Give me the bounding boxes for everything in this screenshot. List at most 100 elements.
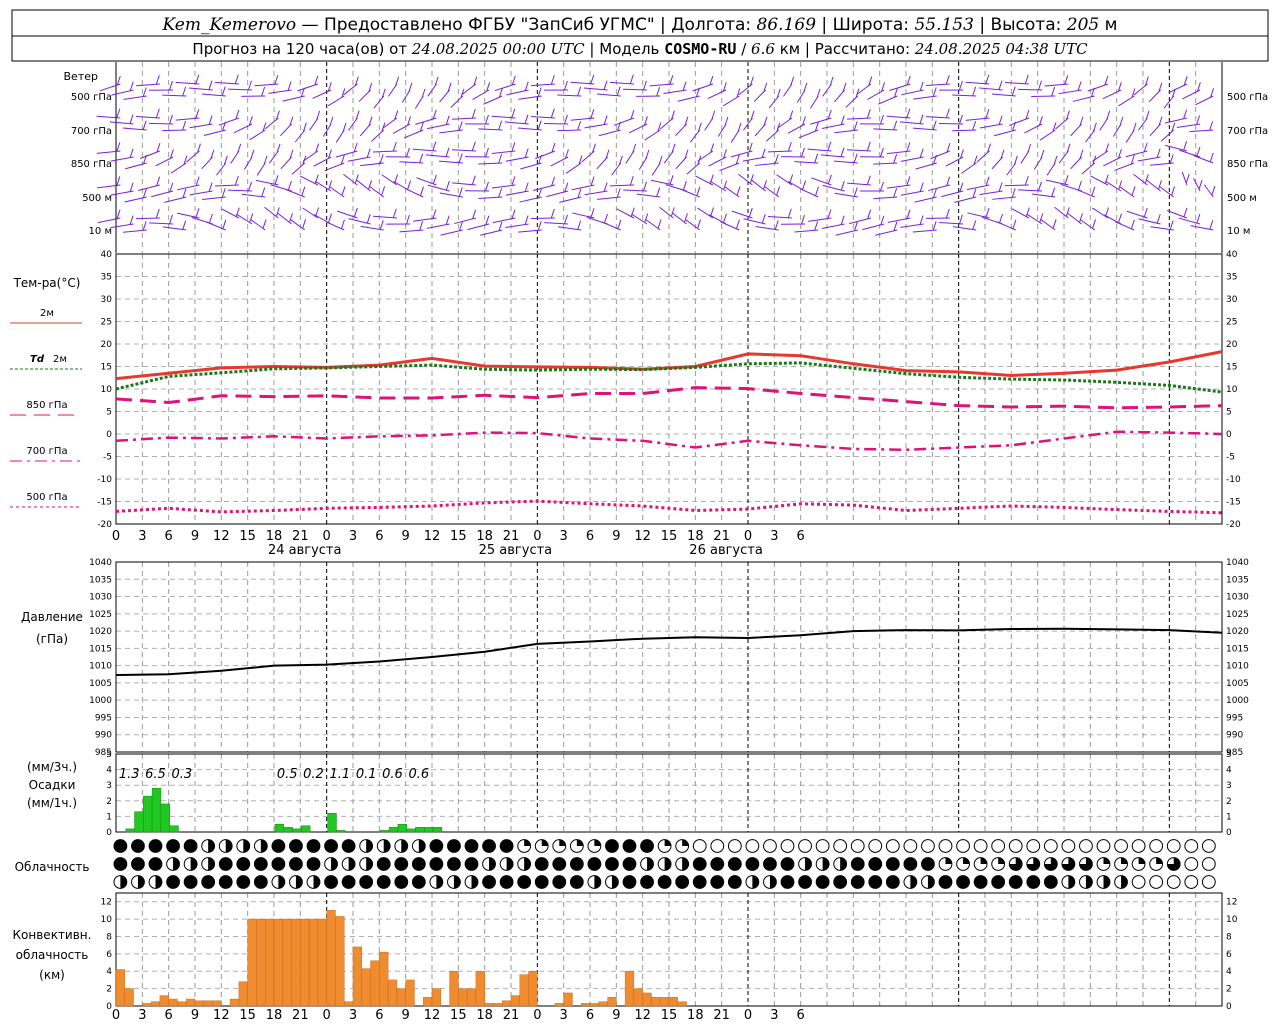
wind-level-label: 500 гПа [71, 92, 112, 103]
cloud-symbol [693, 876, 706, 889]
cloud-symbol [1202, 858, 1215, 871]
wind-barb-feather [801, 215, 804, 224]
wind-barb-feather [409, 83, 412, 92]
y-tick-label-right: 30 [1226, 295, 1238, 305]
wind-barb-feather [591, 177, 594, 186]
wind-barb [1041, 219, 1055, 230]
wind-barb-feather [525, 82, 528, 91]
wind-barb-feather [591, 109, 594, 118]
cloud-symbol [272, 840, 285, 853]
x-tick-label: 21 [503, 1008, 520, 1023]
meteogram-svg: Kem_Kemerovo — Предоставлено ФГБУ "ЗапСи… [0, 0, 1280, 1024]
wind-barb-feather [408, 181, 411, 190]
conv-cloud-bar [116, 969, 125, 1006]
conv-cloud-bar [467, 989, 476, 1006]
wind-barb-feather [169, 115, 172, 124]
conv-cloud-bar [608, 997, 617, 1006]
cloud-symbol [535, 858, 548, 871]
x-tick-label: 21 [503, 529, 520, 544]
cloud-symbol [886, 876, 899, 889]
x-tick-label: 6 [586, 529, 594, 544]
x-tick-label: 21 [713, 1008, 730, 1023]
cloud-symbol-half [349, 858, 355, 871]
wind-barb-feather [604, 81, 607, 90]
y-tick-label-right: 1 [1226, 812, 1232, 822]
wind-barb-feather [604, 116, 607, 125]
wind-barb-feather [907, 109, 910, 118]
wind-barb [360, 124, 370, 136]
wind-barb-feather [920, 216, 923, 225]
x-tick-label: 0 [533, 1008, 541, 1023]
wind-barb-feather [564, 215, 567, 224]
wind-barb [1100, 118, 1108, 130]
wind-barb-feather [999, 183, 1002, 192]
wind-barb-feather [329, 214, 332, 223]
y-tick-label-right: 2 [1226, 985, 1232, 995]
wind-barb-feather [986, 75, 989, 84]
wind-barb-feather [433, 142, 436, 151]
cloud-symbol-quarter [998, 858, 1004, 864]
precip-bar [284, 827, 293, 832]
cloud-symbol-half [489, 858, 495, 871]
wind-barb-feather [1038, 182, 1041, 191]
wind-barb-feather [117, 210, 120, 219]
wind-barb-feather [262, 87, 265, 96]
cloud-symbol [483, 840, 496, 853]
precip-bar [152, 788, 161, 832]
cloud-symbol [325, 876, 338, 889]
x-tick-label: 9 [612, 1008, 620, 1023]
cloud-symbol [307, 858, 320, 871]
wind-barb-feather [907, 76, 910, 85]
wind-barb-feather [1041, 150, 1044, 159]
conv-title-2: облачность [16, 948, 89, 962]
y-tick-label: 10 [101, 915, 113, 925]
cloud-symbol [939, 840, 952, 853]
wind-barb-feather [604, 183, 607, 192]
wind-barb-feather [880, 115, 883, 124]
wind-barb-feather [330, 117, 333, 126]
conv-cloud-bar [581, 1003, 590, 1006]
x-tick-label: 0 [744, 1008, 752, 1023]
cloud-symbol [922, 840, 935, 853]
x-tick-label: 0 [533, 529, 541, 544]
cloud-symbol [202, 876, 215, 889]
wind-barb [98, 218, 120, 223]
wind-barb [752, 180, 766, 191]
wind-barb-feather [393, 142, 396, 151]
wind-barb [810, 96, 818, 108]
cloud-symbol [957, 840, 970, 853]
wind-barb-feather [288, 181, 291, 190]
y-tick-label: 1015 [89, 644, 112, 654]
cloud-symbol [623, 858, 636, 871]
wind-barb-feather [880, 148, 883, 157]
wind-barb-feather [815, 187, 818, 196]
conv-cloud-bar [555, 1003, 564, 1006]
meteogram: Kem_Kemerovo — Предоставлено ФГБУ "ЗапСи… [0, 0, 1280, 1024]
precip-bar [275, 824, 284, 832]
y-tick-label-right: -20 [1226, 520, 1241, 530]
wind-barb-feather [578, 87, 581, 96]
cloud-symbol [641, 876, 654, 889]
cloud-symbol-half [366, 858, 372, 871]
cloud-symbol-half [366, 840, 372, 853]
wind-barb-feather [999, 81, 1002, 90]
cloud-symbol [746, 858, 759, 871]
precip-amount-label: 0.5 [277, 767, 298, 782]
cloud-symbol [1009, 876, 1022, 889]
wind-barb-feather [367, 149, 370, 158]
y-tick-label: 1 [106, 812, 112, 822]
cloud-symbol [799, 840, 812, 853]
wind-barb-feather [1106, 207, 1109, 216]
precip-title-2: Осадки [29, 778, 76, 792]
conv-cloud-bar [292, 919, 301, 1006]
precip-bar [433, 827, 442, 832]
x-tick-label: 12 [634, 1008, 651, 1023]
wind-level-label: 850 гПа [71, 159, 112, 170]
wind-barb-feather [604, 214, 607, 223]
y-tick-label: 1005 [89, 679, 112, 689]
x-tick-label: 0 [112, 1008, 120, 1023]
wind-barb-feather [973, 220, 976, 229]
x-tick-label: 6 [165, 1008, 173, 1023]
cloud-symbol [781, 840, 794, 853]
wind-barb-feather [1120, 117, 1123, 126]
